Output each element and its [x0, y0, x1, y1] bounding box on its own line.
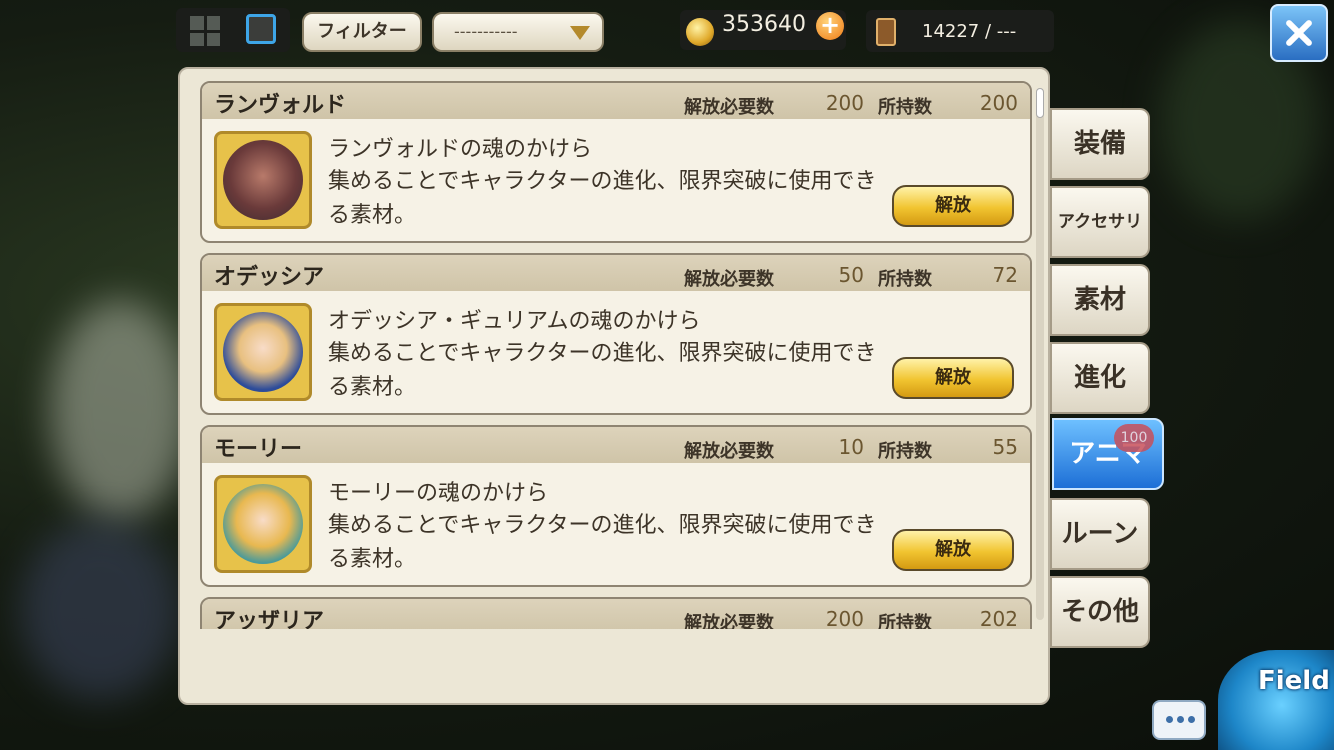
item-title: モーリーの魂のかけら	[328, 481, 549, 506]
chat-icon[interactable]	[1152, 700, 1206, 740]
chevron-down-icon	[570, 26, 590, 40]
character-portrait-icon	[214, 303, 312, 401]
owned-value: 200	[979, 91, 1018, 115]
required-label: 解放必要数	[684, 269, 774, 290]
grid-view-icon[interactable]	[190, 16, 220, 46]
item-name: オデッシア	[214, 265, 325, 290]
release-button[interactable]: 解放	[892, 357, 1014, 399]
owned-value: 72	[992, 263, 1018, 287]
filter-select-value: -----------	[454, 22, 518, 41]
scrollbar[interactable]	[1036, 88, 1044, 620]
item-description: 集めることでキャラクターの進化、限界突破に使用できる素材。	[328, 169, 877, 228]
required-value: 200	[825, 91, 864, 115]
add-gold-icon[interactable]: +	[816, 12, 844, 40]
tab-material[interactable]: 素材	[1050, 264, 1150, 336]
tab-badge: 100	[1114, 424, 1154, 452]
list-item: オデッシア 解放必要数 50 所持数 72 オデッシア・ギュリアムの魂のかけら …	[200, 253, 1032, 415]
item-name: ランヴォルド	[214, 93, 347, 118]
list-item: モーリー 解放必要数 10 所持数 55 モーリーの魂のかけら 集めることでキャ…	[200, 425, 1032, 587]
item-title: オデッシア・ギュリアムの魂のかけら	[328, 309, 701, 334]
item-description: 集めることでキャラクターの進化、限界突破に使用できる素材。	[328, 513, 877, 572]
item-title: ランヴォルドの魂のかけら	[328, 137, 593, 162]
filter-button[interactable]: フィルター	[302, 12, 422, 52]
gold-value: 353640	[722, 12, 806, 37]
card-header: オデッシア 解放必要数 50 所持数 72	[202, 255, 1030, 291]
character-portrait-icon	[214, 131, 312, 229]
required-value: 50	[838, 263, 864, 287]
inventory-icon	[876, 18, 896, 46]
list-item: ランヴォルド 解放必要数 200 所持数 200 ランヴォルドの魂のかけら 集め…	[200, 81, 1032, 243]
required-value: 200	[825, 607, 864, 629]
scrollbar-thumb[interactable]	[1036, 88, 1044, 118]
release-button[interactable]: 解放	[892, 185, 1014, 227]
required-label: 解放必要数	[684, 613, 774, 629]
owned-label: 所持数	[878, 269, 932, 290]
required-label: 解放必要数	[684, 97, 774, 118]
release-button[interactable]: 解放	[892, 529, 1014, 571]
owned-label: 所持数	[878, 613, 932, 629]
tab-other[interactable]: その他	[1050, 576, 1150, 648]
owned-value: 202	[979, 607, 1018, 629]
coin-icon	[686, 18, 714, 46]
owned-value: 55	[992, 435, 1018, 459]
close-button[interactable]	[1270, 4, 1328, 62]
item-description: 集めることでキャラクターの進化、限界突破に使用できる素材。	[328, 341, 877, 400]
required-value: 10	[838, 435, 864, 459]
required-label: 解放必要数	[684, 441, 774, 462]
card-header: ランヴォルド 解放必要数 200 所持数 200	[202, 83, 1030, 119]
filter-select[interactable]: -----------	[432, 12, 604, 52]
item-list[interactable]: ランヴォルド 解放必要数 200 所持数 200 ランヴォルドの魂のかけら 集め…	[200, 69, 1032, 629]
owned-label: 所持数	[878, 97, 932, 118]
item-panel: ランヴォルド 解放必要数 200 所持数 200 ランヴォルドの魂のかけら 集め…	[178, 67, 1050, 705]
tab-rune[interactable]: ルーン	[1050, 498, 1150, 570]
list-view-icon[interactable]	[246, 14, 276, 44]
tab-equipment[interactable]: 装備	[1050, 108, 1150, 180]
character-portrait-icon	[214, 475, 312, 573]
inventory-value: 14227 / ---	[922, 21, 1017, 42]
field-label: Field	[1258, 666, 1330, 696]
field-button[interactable]	[1218, 650, 1334, 750]
card-header: アッザリア 解放必要数 200 所持数 202	[202, 599, 1030, 629]
item-name: モーリー	[214, 437, 303, 462]
tab-accessory[interactable]: アクセサリ	[1050, 186, 1150, 258]
tab-evolution[interactable]: 進化	[1050, 342, 1150, 414]
item-name: アッザリア	[214, 609, 325, 629]
list-item: アッザリア 解放必要数 200 所持数 202	[200, 597, 1032, 629]
owned-label: 所持数	[878, 441, 932, 462]
card-header: モーリー 解放必要数 10 所持数 55	[202, 427, 1030, 463]
